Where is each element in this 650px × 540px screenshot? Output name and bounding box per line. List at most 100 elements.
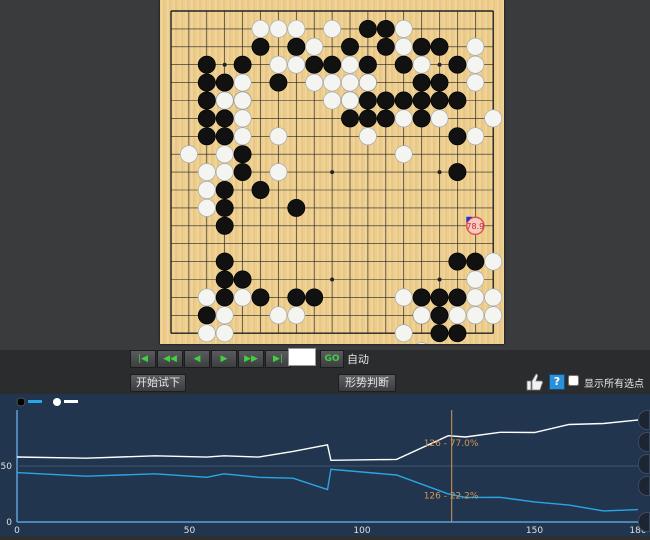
- black-stone: [430, 37, 449, 56]
- black-stone: [215, 252, 234, 271]
- black-stone: [448, 324, 467, 343]
- x-tick-label: 50: [184, 526, 196, 536]
- game-area: 78.9: [0, 0, 650, 350]
- chart-side-button-4[interactable]: [638, 476, 650, 496]
- white-stone: [484, 288, 503, 307]
- white-stone: [305, 73, 324, 92]
- white-stone: [341, 73, 359, 92]
- back-button[interactable]: ◀: [184, 350, 210, 368]
- black-stone: [358, 109, 377, 128]
- white-stone: [394, 37, 413, 56]
- white-stone: [484, 109, 503, 128]
- white-stone: [466, 288, 485, 307]
- black-stone: [305, 288, 324, 307]
- white-stone: [416, 342, 428, 344]
- white-stone: [197, 288, 216, 307]
- white-stone: [394, 19, 413, 38]
- legend-white-stone: [53, 398, 61, 406]
- white-stone: [233, 127, 252, 146]
- white-stone: [323, 73, 342, 92]
- black-stone: [376, 109, 395, 128]
- help-icon[interactable]: ?: [549, 374, 565, 390]
- board-grid[interactable]: 78.9: [160, 0, 504, 344]
- black-stone: [448, 127, 467, 146]
- back-ten-button[interactable]: ◀◀: [157, 350, 183, 368]
- white-stone: [197, 324, 216, 343]
- situation-judge-button[interactable]: 形势判断: [338, 374, 396, 392]
- black-stone: [430, 73, 449, 92]
- black-stone: [376, 37, 395, 56]
- chart-side-button-5[interactable]: [638, 512, 650, 532]
- white-stone: [269, 19, 288, 38]
- legend-black-stone: [16, 397, 26, 407]
- y-tick-label: 0: [6, 518, 12, 528]
- black-stone: [215, 73, 234, 92]
- black-stone: [197, 55, 216, 74]
- black-stone: [197, 306, 216, 325]
- black-stone: [412, 109, 431, 128]
- x-tick-label: 150: [526, 526, 543, 536]
- white-stone: [466, 55, 485, 74]
- black-stone: [323, 55, 342, 74]
- white-stone: [287, 55, 306, 74]
- chart-plot: 0 50 100 150 180050126 - 77.0%126 - 22.2%: [1, 397, 647, 536]
- show-all-label: 显示所有选点: [584, 379, 644, 390]
- chart-side-button-1[interactable]: [638, 410, 650, 430]
- white-stone: [466, 306, 485, 325]
- black-stone: [287, 37, 306, 56]
- white-stone: [394, 145, 413, 164]
- black-stone: [341, 109, 359, 128]
- white-stone: [251, 19, 270, 38]
- black-stone: [430, 91, 449, 110]
- white-stone: [466, 73, 485, 92]
- show-all-checkbox[interactable]: [568, 375, 579, 386]
- chart-side-button-2[interactable]: [638, 432, 650, 452]
- move-number-input[interactable]: [288, 348, 316, 366]
- white-stone: [197, 198, 216, 217]
- black-stone: [215, 198, 234, 217]
- white-stone: [323, 91, 342, 110]
- control-bar: |◀ ◀◀ ◀ ▶ ▶▶ ▶| GO 自动 开始试下 形势判断 ? 显示所有选点: [0, 348, 650, 394]
- white-stone: [269, 55, 288, 74]
- black-stone: [251, 181, 270, 199]
- white-stone: [197, 163, 216, 182]
- white-stone: [215, 145, 234, 164]
- black-stone: [233, 145, 252, 164]
- black-stone: [215, 216, 234, 235]
- black-stone: [197, 127, 216, 146]
- go-board[interactable]: 78.9: [160, 0, 504, 344]
- white-stone: [233, 288, 252, 307]
- black-stone: [430, 306, 449, 325]
- white-stone: [215, 91, 234, 110]
- white-stone: [412, 55, 431, 74]
- black-stone: [358, 91, 377, 110]
- black-stone: [448, 288, 467, 307]
- white-stone: [448, 306, 467, 325]
- best-move-winrate: 78.9: [466, 222, 484, 231]
- white-stone: [430, 109, 449, 128]
- white-stone: [484, 252, 503, 271]
- white-stone: [179, 145, 198, 164]
- forward-ten-button[interactable]: ▶▶: [238, 350, 264, 368]
- start-trial-button[interactable]: 开始试下: [130, 374, 186, 392]
- white-stone: [233, 73, 252, 92]
- black-stone: [197, 109, 216, 128]
- white-stone: [269, 127, 288, 146]
- series-line-1: [16, 468, 639, 512]
- thumbs-up-icon[interactable]: [524, 372, 544, 392]
- forward-button[interactable]: ▶: [211, 350, 237, 368]
- white-stone: [233, 109, 252, 128]
- white-stone: [287, 19, 306, 38]
- chart-side-button-3[interactable]: [638, 454, 650, 474]
- auto-play-label[interactable]: 自动: [347, 351, 369, 367]
- black-stone: [215, 288, 234, 307]
- black-stone: [233, 163, 252, 182]
- white-stone: [233, 91, 252, 110]
- first-move-button[interactable]: |◀: [130, 350, 156, 368]
- white-stone: [484, 306, 503, 325]
- white-stone: [466, 127, 485, 146]
- y-tick-label: 50: [1, 462, 13, 472]
- go-button[interactable]: GO: [320, 350, 344, 368]
- win-rate-chart: 0 50 100 150 180 0 50 126 - 77.0% 126 - 22.2%: [0, 394, 650, 536]
- black-stone: [233, 55, 252, 74]
